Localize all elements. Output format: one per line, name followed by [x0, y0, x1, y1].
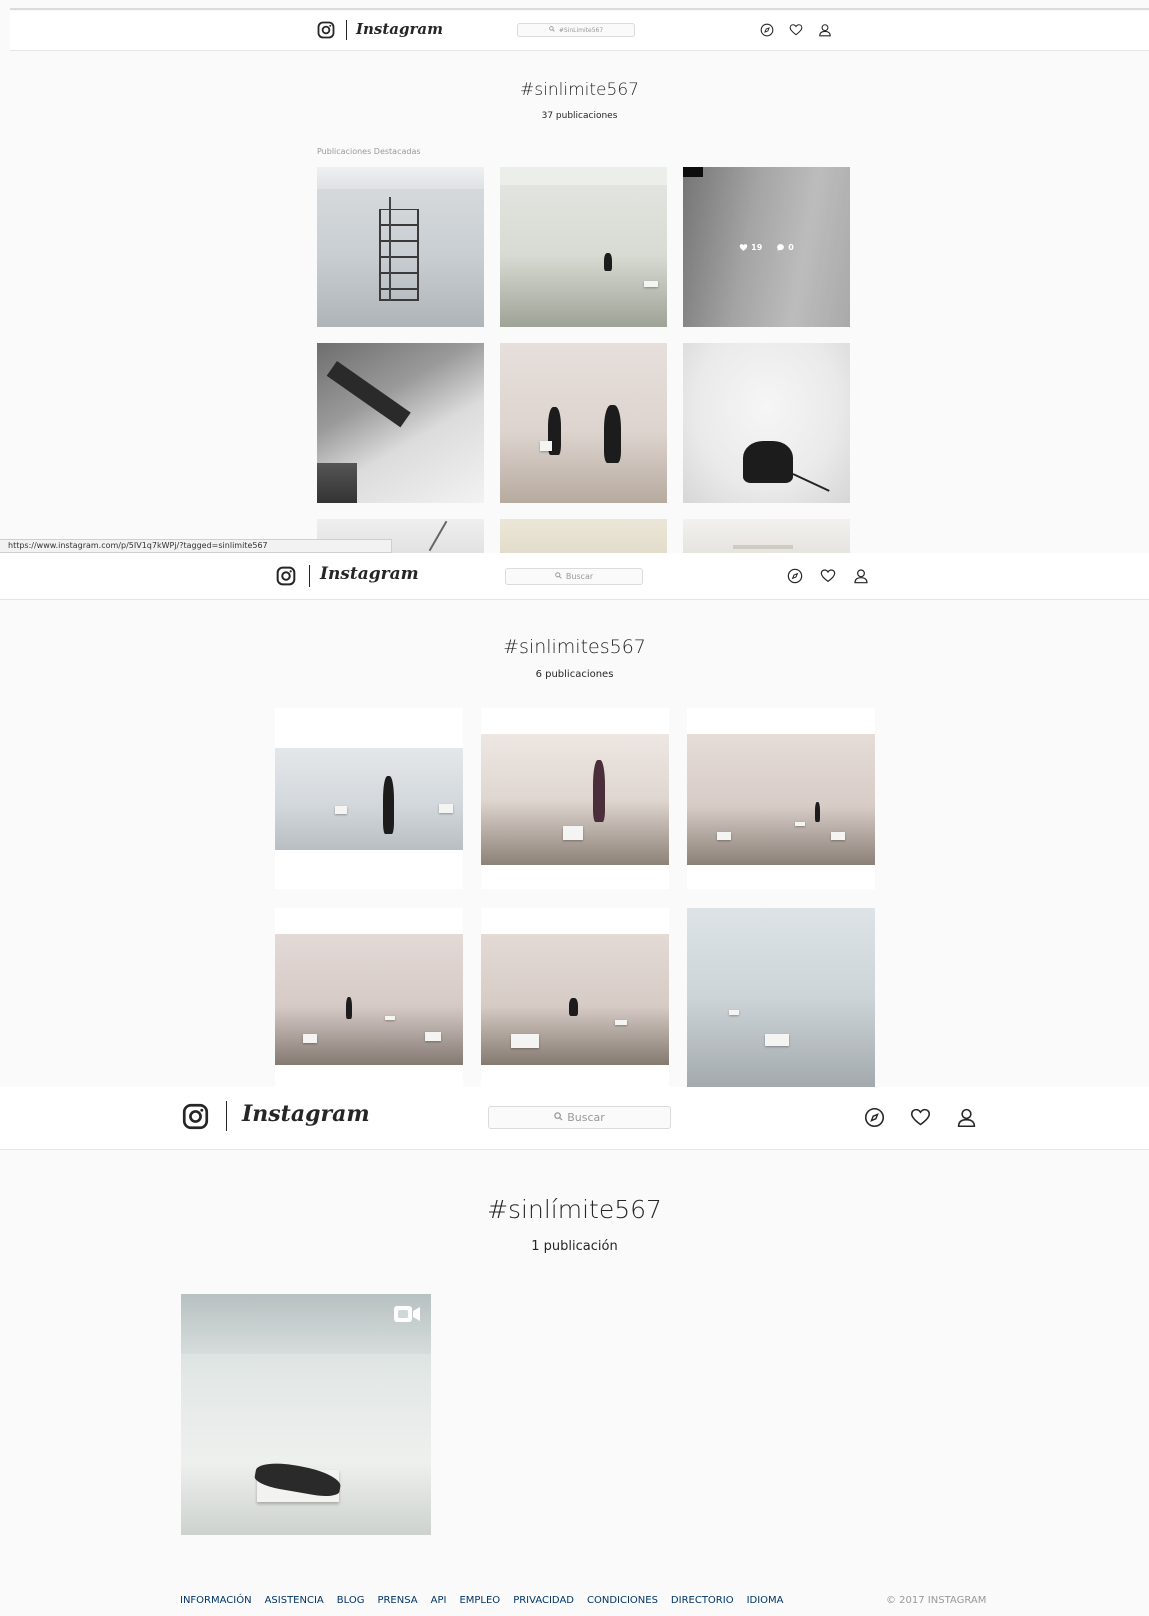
gallery-photo [500, 167, 667, 327]
comments-stat: 0 [776, 243, 794, 252]
comments-count: 0 [788, 242, 794, 252]
search-placeholder: Buscar [567, 1111, 605, 1124]
instagram-camera-icon[interactable] [276, 566, 296, 586]
compass-icon[interactable] [787, 568, 803, 584]
post-count: 1 publicación [531, 1239, 618, 1254]
browser-edge [10, 8, 1149, 10]
nav-icons [864, 1107, 977, 1128]
instagram-wordmark[interactable]: Instagram [356, 20, 443, 38]
gallery-photo [317, 167, 484, 327]
footer-link-idioma[interactable]: IDIOMA [747, 1595, 784, 1606]
browser-status-bar: https://www.instagram.com/p/5IV1q7kWPj/?… [0, 539, 392, 553]
screenshot-sinlimite567: Instagram #SinLimite567 #sinlimite567 37… [0, 0, 1149, 553]
gallery-photo [683, 519, 850, 553]
user-icon[interactable] [956, 1107, 977, 1128]
heart-icon[interactable] [820, 568, 836, 584]
post-thumbnail[interactable] [500, 167, 667, 327]
user-icon[interactable] [853, 568, 869, 584]
logo-divider [346, 20, 347, 40]
post-thumbnail[interactable] [275, 908, 463, 1087]
likes-count: 19 [751, 242, 763, 252]
gallery-photo [275, 934, 463, 1065]
footer-link-blog[interactable]: BLOG [337, 1595, 365, 1606]
nav-icons [787, 568, 869, 584]
gallery-photo [275, 748, 463, 850]
post-thumbnail[interactable] [500, 519, 667, 553]
search-icon [554, 1111, 563, 1124]
footer-link-privacidad[interactable]: PRIVACIDAD [513, 1595, 574, 1606]
post-count: 37 publicaciones [541, 111, 618, 121]
post-thumbnail[interactable]: 19 0 [683, 167, 850, 327]
gallery-photo [500, 519, 667, 553]
footer-link-empleo[interactable]: EMPLEO [459, 1595, 500, 1606]
likes-stat: 19 [739, 243, 762, 252]
screenshot-sinlimite567-accent: Instagram Buscar #sinlímite567 1 publica… [0, 1087, 1149, 1616]
heart-icon[interactable] [789, 23, 803, 37]
footer-link-informacion[interactable]: INFORMACIÓN [180, 1595, 252, 1606]
search-text: #SinLimite567 [558, 26, 604, 34]
search-placeholder: Buscar [565, 572, 594, 581]
search-icon [555, 572, 562, 581]
search-input[interactable]: Buscar [488, 1106, 671, 1129]
footer-links: INFORMACIÓN ASISTENCIA BLOG PRENSA API E… [180, 1595, 1149, 1606]
logo-divider [226, 1101, 227, 1131]
instagram-camera-icon[interactable] [182, 1103, 209, 1130]
logo-divider [309, 565, 310, 587]
post-thumbnail[interactable] [317, 167, 484, 327]
gallery-photo [181, 1294, 431, 1535]
post-thumbnail[interactable] [481, 908, 669, 1087]
post-thumbnail[interactable] [687, 908, 875, 1087]
search-icon [549, 26, 555, 34]
post-thumbnail[interactable] [500, 343, 667, 503]
post-count: 6 publicaciones [535, 669, 614, 680]
instagram-wordmark[interactable]: Instagram [242, 1101, 370, 1127]
gallery-photo [481, 934, 669, 1065]
post-hover-overlay: 19 0 [683, 167, 850, 327]
gallery-photo [683, 343, 850, 503]
instagram-camera-icon[interactable] [317, 21, 335, 39]
gallery-photo [481, 734, 669, 865]
comment-filled-icon [776, 243, 785, 252]
top-posts-label: Publicaciones Destacadas [317, 147, 421, 156]
gallery-photo [687, 908, 875, 1087]
top-nav: Instagram Buscar [0, 553, 1149, 600]
post-thumbnail[interactable] [683, 343, 850, 503]
search-input[interactable]: Buscar [505, 568, 643, 585]
footer-link-directorio[interactable]: DIRECTORIO [671, 1595, 734, 1606]
footer-link-api[interactable]: API [431, 1595, 447, 1606]
post-thumbnail[interactable] [687, 708, 875, 889]
hashtag-title: #sinlímite567 [487, 1195, 662, 1224]
footer-link-condiciones[interactable]: CONDICIONES [587, 1595, 658, 1606]
instagram-wordmark[interactable]: Instagram [320, 564, 419, 584]
hashtag-title: #sinlimites567 [503, 636, 646, 658]
nav-icons [760, 23, 832, 37]
search-input[interactable]: #SinLimite567 [517, 23, 635, 37]
footer-link-prensa[interactable]: PRENSA [377, 1595, 417, 1606]
top-nav: Instagram Buscar [0, 1087, 1149, 1150]
post-thumbnail[interactable] [481, 708, 669, 889]
gallery-photo [500, 343, 667, 503]
video-camera-icon [393, 1304, 421, 1324]
screenshot-sinlimites567: Instagram Buscar #sinlimites567 6 public… [0, 553, 1149, 1087]
compass-icon[interactable] [864, 1107, 885, 1128]
top-nav: Instagram #SinLimite567 [10, 11, 1149, 51]
compass-icon[interactable] [760, 23, 774, 37]
post-thumbnail[interactable] [317, 343, 484, 503]
gallery-photo [687, 734, 875, 865]
gallery-photo [317, 343, 484, 503]
hashtag-title: #sinlimite567 [520, 80, 639, 100]
footer-link-asistencia[interactable]: ASISTENCIA [265, 1595, 324, 1606]
heart-icon[interactable] [910, 1107, 931, 1128]
user-icon[interactable] [818, 23, 832, 37]
copyright: © 2017 INSTAGRAM [886, 1595, 987, 1606]
post-thumbnail[interactable] [683, 519, 850, 553]
post-thumbnail[interactable] [275, 708, 463, 889]
heart-filled-icon [739, 243, 748, 252]
post-thumbnail[interactable] [181, 1294, 431, 1535]
